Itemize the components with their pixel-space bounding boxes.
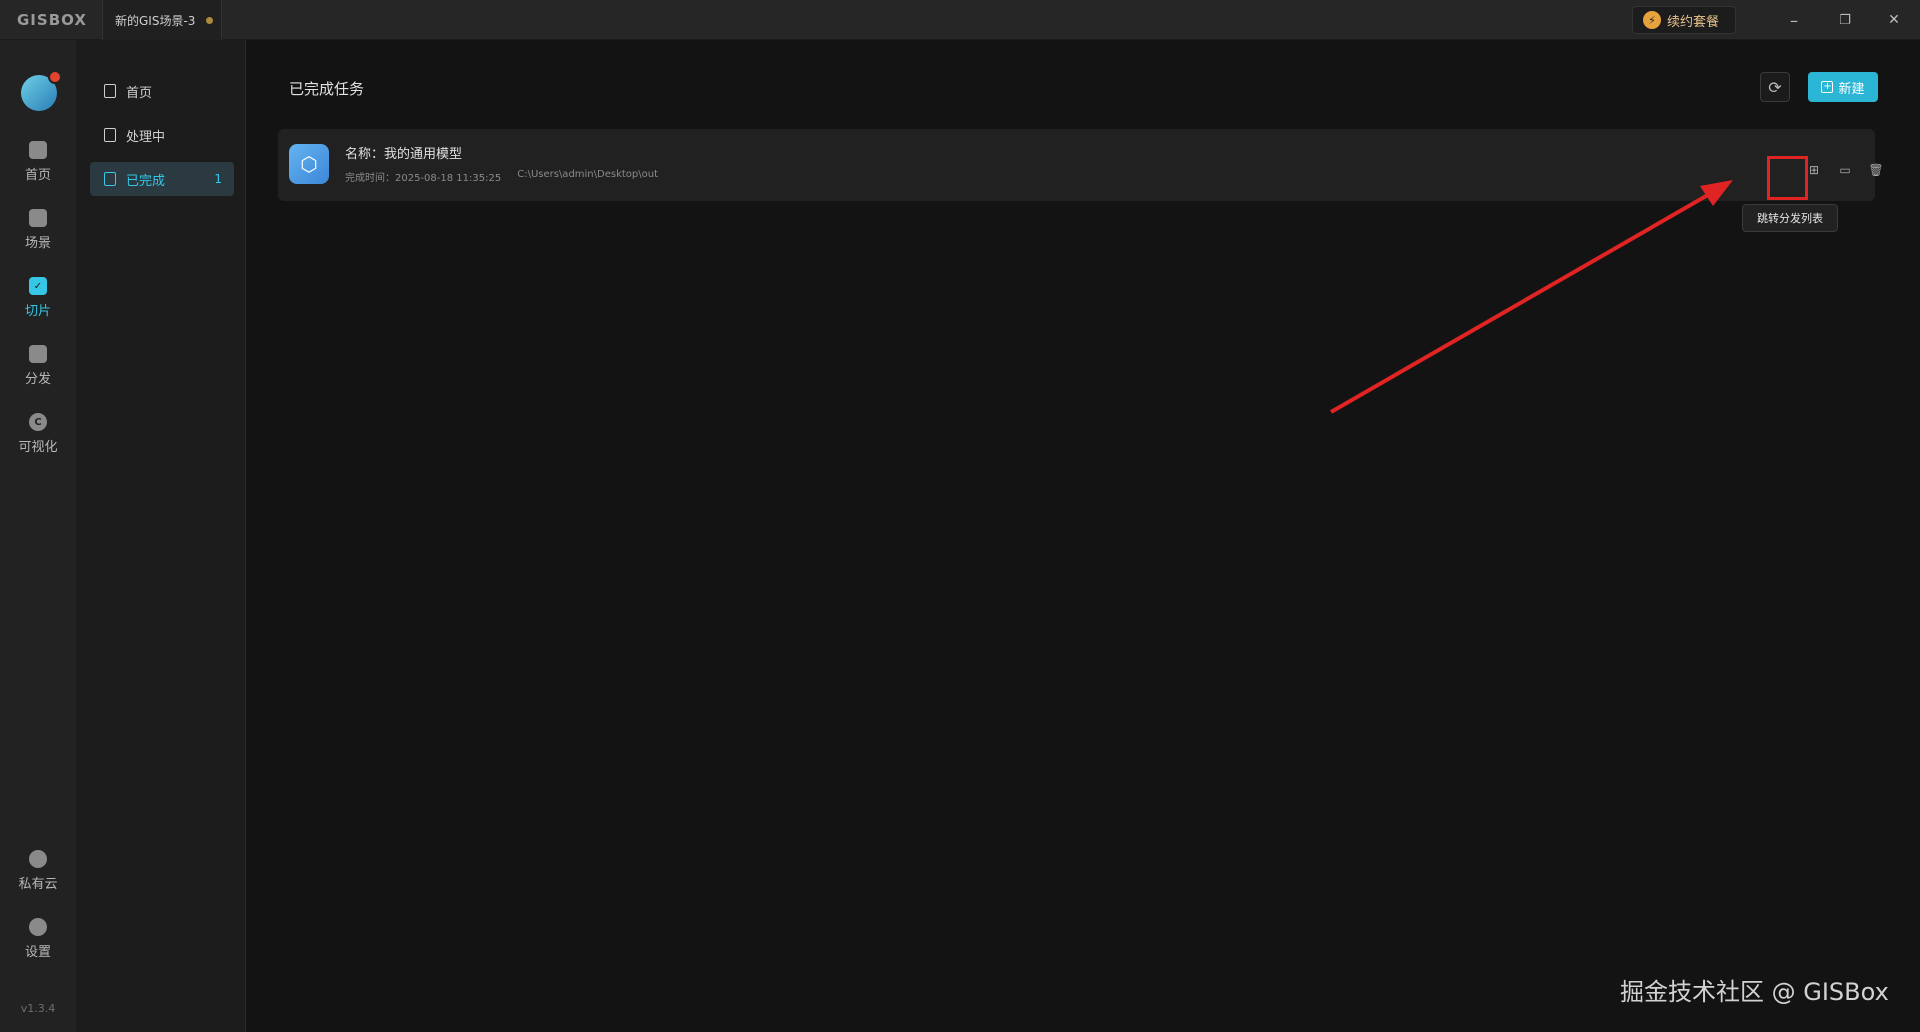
completed-count: 1 [214, 172, 222, 186]
nav-item-distribute[interactable]: 分发 [0, 345, 76, 401]
nav-item-visualization[interactable]: C 可视化 [0, 413, 76, 469]
plus-icon: + [1821, 81, 1834, 93]
nav-item-label: 设置 [24, 945, 51, 960]
nav-item-private-cloud[interactable]: 私有云 [0, 850, 76, 906]
cube-icon [29, 209, 47, 227]
close-button[interactable]: ✕ [1879, 8, 1909, 32]
gear-icon [29, 918, 47, 936]
task-output-path: C:\Users\admin\Desktop\out [517, 169, 658, 180]
nav-item-settings[interactable]: 设置 [0, 918, 76, 974]
refresh-button[interactable]: ⟳ [1760, 72, 1790, 102]
nav-item-label: 切片 [24, 304, 51, 319]
page-title: 已完成任务 [289, 80, 365, 98]
lock-icon [29, 850, 47, 868]
restore-button[interactable]: ❐ [1830, 8, 1860, 32]
open-folder-button[interactable]: ▭ [1835, 160, 1855, 180]
tiling-icon: ✓ [29, 277, 47, 295]
main-panel: 已完成任务 ⟳ + 新建 ⬡ 名称：我的通用模型 完成时间：2025-08-18… [247, 40, 1920, 1032]
subnav-item-completed[interactable]: 已完成 1 [90, 162, 234, 196]
minimize-button[interactable]: – [1779, 8, 1809, 32]
subnav-item-home[interactable]: 首页 [90, 74, 234, 108]
delete-button[interactable]: 🗑 [1866, 160, 1886, 180]
renew-package-button[interactable]: ⚡ 续约套餐 [1632, 6, 1736, 34]
trash-icon: 🗑 [1868, 163, 1884, 177]
file-check-icon [104, 172, 116, 186]
nav-item-label: 分发 [24, 372, 51, 387]
nav-item-label: 私有云 [18, 877, 58, 892]
new-task-label: 新建 [1838, 81, 1865, 97]
file-icon [104, 128, 116, 142]
nav-item-label: 首页 [24, 168, 51, 183]
home-icon [29, 141, 47, 159]
nav-item-home[interactable]: 首页 [0, 141, 76, 197]
model-cube-icon: ⬡ [289, 144, 329, 184]
version-label: v1.3.4 [20, 1002, 56, 1015]
subnav-item-processing[interactable]: 处理中 [90, 118, 234, 152]
visualization-icon: C [29, 413, 47, 431]
scene-tab-label: 新的GIS场景-3 [115, 13, 196, 28]
app-logo: GISBOX [17, 11, 87, 29]
nav-item-label: 可视化 [18, 440, 58, 455]
tooltip: 跳转分发列表 [1742, 204, 1838, 232]
nav-item-tiling[interactable]: ✓ 切片 [0, 277, 76, 333]
notification-badge [48, 70, 62, 84]
new-task-button[interactable]: + 新建 [1808, 72, 1878, 102]
nav-item-label: 场景 [24, 236, 51, 251]
bolt-icon: ⚡ [1643, 11, 1661, 29]
distribute-icon [29, 345, 47, 363]
document-icon: ▭ [1839, 163, 1851, 177]
task-card[interactable]: ⬡ 名称：我的通用模型 完成时间：2025-08-18 11:35:25 C:\… [278, 129, 1884, 201]
scene-tab[interactable]: 新的GIS场景-3 [102, 0, 222, 40]
watermark: 掘金技术社区 @ GISBox [1620, 978, 1889, 1006]
task-meta: 完成时间：2025-08-18 11:35:25 C:\Users\admin\… [345, 169, 658, 184]
refresh-icon: ⟳ [1768, 77, 1782, 97]
primary-nav: 首页 场景 ✓ 切片 分发 C 可视化 私有云 设置 v1.3.4 [0, 40, 76, 1032]
task-complete-time: 完成时间：2025-08-18 11:35:25 [345, 173, 502, 184]
task-name: 名称：我的通用模型 [345, 147, 463, 162]
subnav-item-label: 处理中 [126, 129, 166, 145]
distribute-list-icon: ⊞ [1808, 163, 1820, 177]
subnav-item-label: 首页 [126, 85, 153, 101]
renew-package-label: 续约套餐 [1667, 14, 1720, 30]
jump-distribute-button[interactable]: ⊞ [1804, 160, 1824, 180]
unsaved-dot-icon [206, 17, 213, 24]
nav-item-scene[interactable]: 场景 [0, 209, 76, 265]
secondary-nav: 首页 处理中 已完成 1 [76, 40, 246, 1032]
title-bar: GISBOX 新的GIS场景-3 ⚡ 续约套餐 – ❐ ✕ [0, 0, 1920, 40]
subnav-item-label: 已完成 [126, 173, 166, 189]
file-icon [104, 84, 116, 98]
